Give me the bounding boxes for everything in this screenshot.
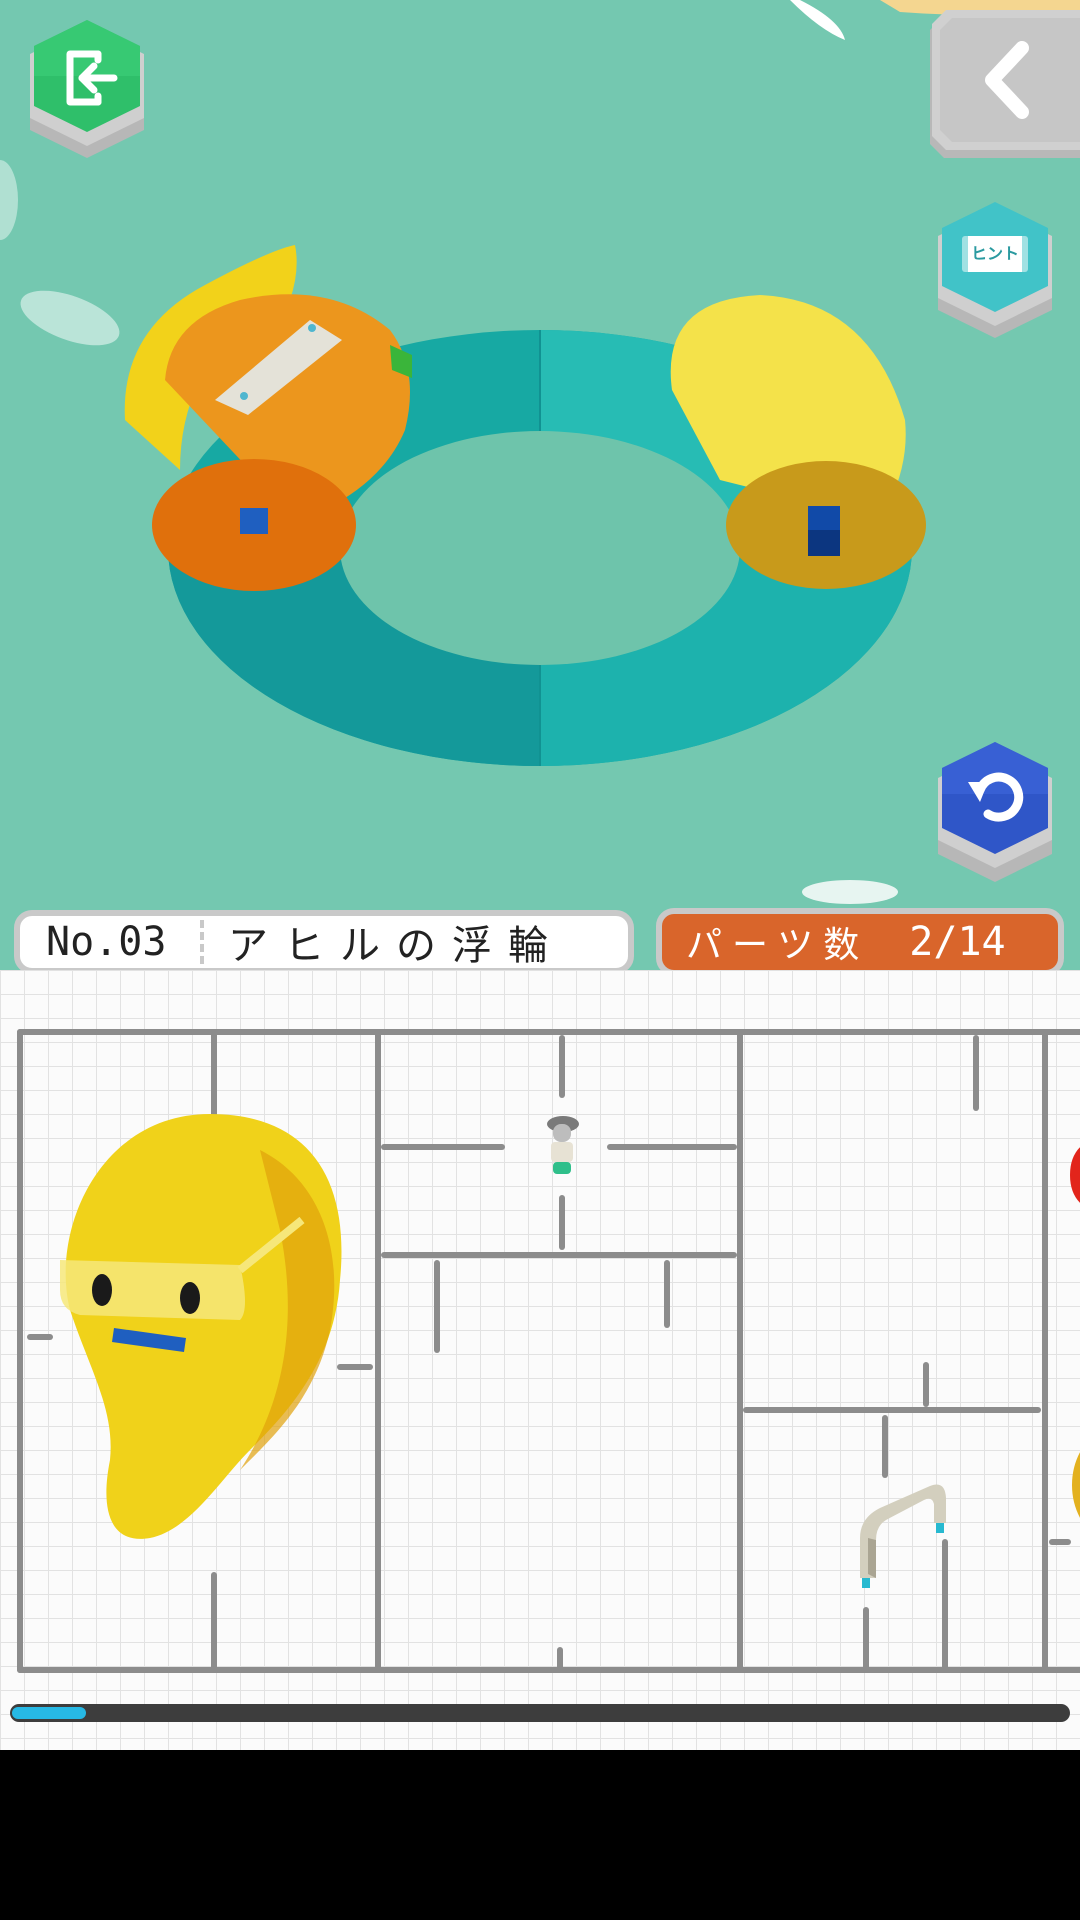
petal-decoration xyxy=(0,160,18,240)
level-number: No.03 xyxy=(46,919,167,965)
level-info-panel: No.03 アヒルの浮輪 xyxy=(14,910,634,974)
bottom-letterbox xyxy=(0,1750,1080,1920)
parts-count-panel: パーツ数 2/14 xyxy=(656,908,1064,976)
part-red-edge[interactable] xyxy=(1070,1140,1080,1210)
parts-count-value: 2/14 xyxy=(909,919,1006,965)
model-viewport[interactable]: ヒント xyxy=(0,0,1080,970)
parts-count-label: パーツ数 xyxy=(686,925,870,966)
model-scene xyxy=(0,0,1080,904)
eye xyxy=(180,1282,200,1314)
petal-decoration xyxy=(20,290,120,346)
undo-button[interactable] xyxy=(932,742,1058,882)
petal-decoration xyxy=(802,880,898,904)
level-title: アヒルの浮輪 xyxy=(228,923,564,969)
eye xyxy=(92,1274,112,1306)
part-small-figure[interactable] xyxy=(541,1114,581,1184)
socket-square xyxy=(240,508,268,534)
petal-decoration xyxy=(790,0,845,40)
exit-button[interactable] xyxy=(22,20,152,160)
parts-progress-bar xyxy=(10,1704,1070,1722)
parts-tray[interactable] xyxy=(0,970,1080,1750)
back-button[interactable] xyxy=(924,10,1080,160)
part-yellow-edge[interactable] xyxy=(1072,1440,1080,1530)
hint-label: ヒント xyxy=(970,244,1019,263)
part-handle[interactable] xyxy=(850,1478,960,1598)
parts-progress-fill xyxy=(12,1707,86,1719)
part-duck-head[interactable] xyxy=(40,1110,380,1590)
hint-button[interactable]: ヒント xyxy=(932,202,1058,338)
divider xyxy=(200,920,208,964)
